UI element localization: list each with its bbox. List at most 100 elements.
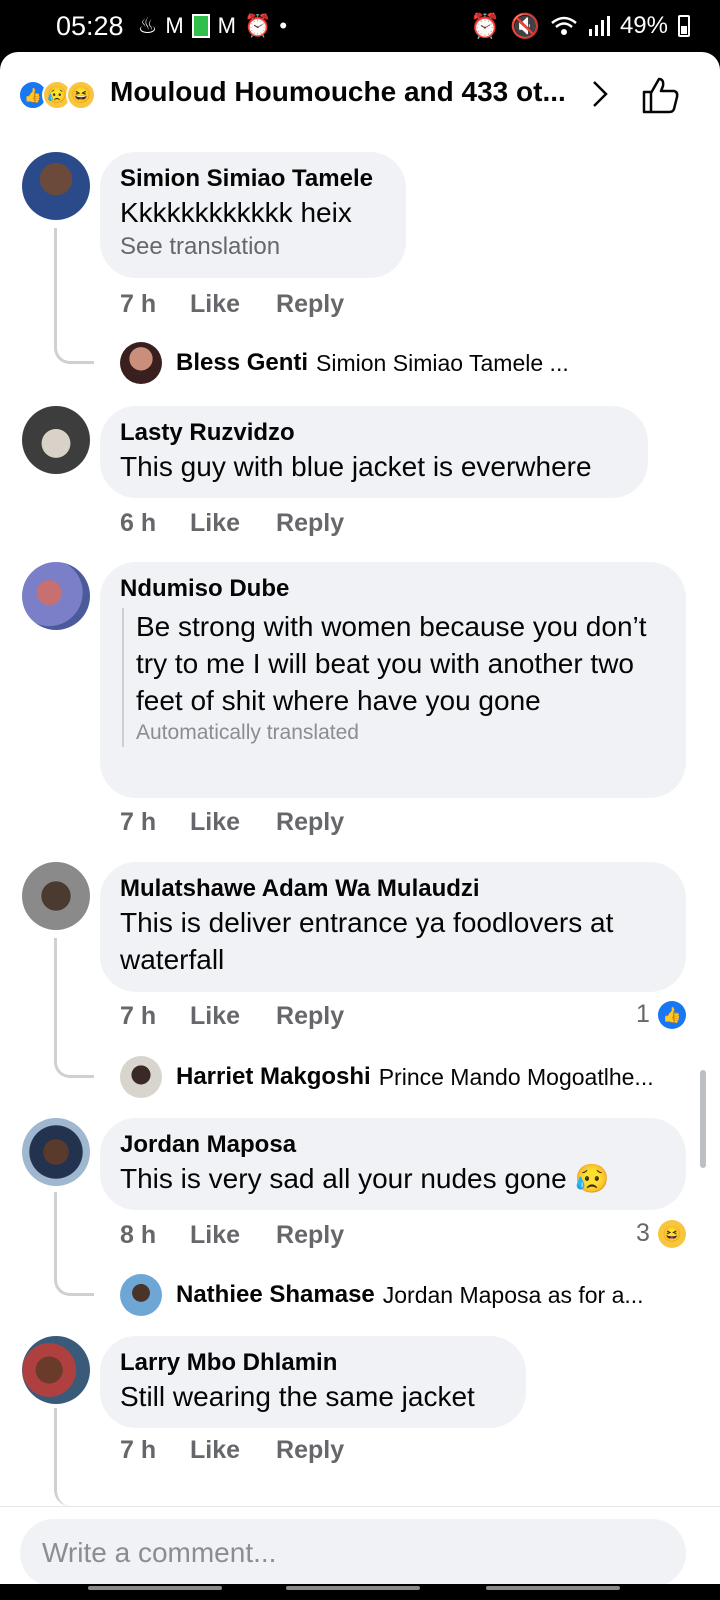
reaction-count[interactable]: 1 👍 (636, 1000, 686, 1029)
comment-timestamp: 7 h (120, 1436, 157, 1464)
comment-author[interactable]: Simion Simiao Tamele (120, 164, 386, 194)
comment-input[interactable] (20, 1519, 686, 1584)
thread-line (54, 938, 94, 1078)
comment-bubble[interactable]: Larry Mbo Dhlamin Still wearing the same… (100, 1336, 526, 1428)
comment-timestamp: 8 h (120, 1221, 157, 1249)
notification-icons: ♨ M M ⏰ • (137, 13, 287, 39)
system-icons: ⏰ 🔇 49% (470, 12, 690, 41)
haha-reaction-icon: 😆 (657, 1219, 686, 1248)
comment-actions: 7 h Like Reply (120, 1436, 380, 1465)
see-translation-link[interactable]: See translation (120, 231, 386, 263)
reply-button[interactable]: Reply (276, 509, 344, 538)
comment-composer (0, 1506, 720, 1584)
reply-text: Prince Mando Mogoatlhe... (378, 1063, 654, 1090)
reply-button[interactable]: Reply (276, 808, 344, 837)
comment-text: Be strong with women because you don’t t… (136, 611, 647, 716)
like-button[interactable]: Like (190, 1002, 240, 1031)
thread-line (54, 228, 94, 364)
reaction-count[interactable]: 3 😆 (636, 1219, 686, 1248)
chevron-right-icon[interactable] (592, 80, 608, 108)
like-button[interactable]: Like (190, 1221, 240, 1250)
comment-timestamp: 7 h (120, 808, 157, 836)
comments-sheet: 👍 😥 😆 Mouloud Houmouche and 433 ot... Si… (0, 52, 720, 1584)
wifi-icon (551, 16, 577, 35)
avatar[interactable] (22, 1118, 90, 1186)
comment-text: Still wearing the same jacket (120, 1381, 475, 1412)
comment-bubble[interactable]: Ndumiso Dube Be strong with women becaus… (100, 562, 686, 798)
nav-handle[interactable] (88, 1586, 222, 1590)
reply-preview[interactable]: Nathiee Shamase Jordan Maposa as for a..… (120, 1274, 700, 1316)
reply-preview[interactable]: Harriet Makgoshi Prince Mando Mogoatlhe.… (120, 1056, 700, 1098)
reply-preview[interactable]: Bless Genti Simion Simiao Tamele ... (120, 342, 700, 384)
comment-bubble[interactable]: Jordan Maposa This is very sad all your … (100, 1118, 686, 1210)
avatar[interactable] (22, 862, 90, 930)
comment-actions: 8 h Like Reply (120, 1221, 380, 1250)
battery-saver-icon (191, 14, 210, 38)
status-bar: 05:28 ♨ M M ⏰ • ⏰ 🔇 49% (0, 0, 720, 52)
alarm-icon: ⏰ (470, 12, 501, 40)
avatar[interactable] (22, 152, 90, 220)
comment-author[interactable]: Ndumiso Dube (120, 574, 666, 604)
like-reaction-icon: 👍 (657, 1000, 686, 1029)
avatar[interactable] (22, 406, 90, 474)
avatar (120, 1274, 162, 1316)
comment-timestamp: 6 h (120, 509, 157, 537)
battery-icon (678, 15, 690, 37)
like-button[interactable]: Like (190, 808, 240, 837)
comment-timestamp: 7 h (120, 290, 157, 318)
reply-author: Harriet Makgoshi (176, 1063, 371, 1090)
translated-block: Be strong with women because you don’t t… (122, 608, 666, 747)
comment-author[interactable]: Larry Mbo Dhlamin (120, 1348, 506, 1378)
auto-translated-label[interactable]: Automatically translated (136, 719, 666, 747)
like-button-icon[interactable] (640, 76, 680, 114)
reaction-icons: 👍 😥 😆 (18, 80, 96, 110)
reply-text: Jordan Maposa as for a... (382, 1281, 644, 1308)
comment-actions: 7 h Like Reply (120, 290, 380, 319)
notification-icon: ♨ (137, 13, 158, 38)
avatar (120, 342, 162, 384)
avatar[interactable] (22, 562, 90, 630)
comment-timestamp: 7 h (120, 1002, 157, 1030)
like-button[interactable]: Like (190, 290, 240, 319)
comment-actions: 7 h Like Reply (120, 808, 380, 837)
comment-actions: 7 h Like Reply (120, 1002, 380, 1031)
thread-line (54, 1192, 94, 1296)
mute-icon: 🔇 (510, 12, 540, 40)
battery-percent: 49% (619, 12, 668, 39)
reactions-header[interactable]: 👍 😥 😆 Mouloud Houmouche and 433 ot... (0, 52, 720, 138)
comment-text: This is deliver entrance ya foodlovers a… (120, 907, 614, 975)
comment-author[interactable]: Mulatshawe Adam Wa Mulaudzi (120, 874, 666, 904)
reactions-summary[interactable]: Mouloud Houmouche and 433 ot... (110, 76, 580, 108)
comment-text: Kkkkkkkkkkkk heix (120, 197, 352, 228)
comment-text: This guy with blue jacket is everwhere (120, 451, 592, 482)
nav-handle[interactable] (286, 1586, 420, 1590)
reply-button[interactable]: Reply (276, 1002, 344, 1031)
comment-bubble[interactable]: Lasty Ruzvidzo This guy with blue jacket… (100, 406, 648, 498)
comment-bubble[interactable]: Mulatshawe Adam Wa Mulaudzi This is deli… (100, 862, 686, 992)
reply-author: Bless Genti (176, 349, 309, 376)
clock: 05:28 (56, 10, 124, 41)
reply-text: Simion Simiao Tamele ... (316, 349, 569, 376)
comment-bubble[interactable]: Simion Simiao Tamele Kkkkkkkkkkkk heix S… (100, 152, 406, 278)
system-nav-bar (0, 1584, 720, 1600)
reply-button[interactable]: Reply (276, 1221, 344, 1250)
avatar (120, 1056, 162, 1098)
gmail-icon: M (217, 13, 236, 38)
comment-actions: 6 h Like Reply (120, 509, 380, 538)
reply-button[interactable]: Reply (276, 290, 344, 319)
thread-line (54, 1408, 94, 1506)
reaction-count-value: 3 (636, 1219, 650, 1247)
reply-button[interactable]: Reply (276, 1436, 344, 1465)
gmail-icon: M (165, 13, 184, 38)
avatar[interactable] (22, 1336, 90, 1404)
like-button[interactable]: Like (190, 1436, 240, 1465)
reaction-count-value: 1 (636, 1000, 650, 1028)
comment-author[interactable]: Jordan Maposa (120, 1130, 666, 1160)
nav-handle[interactable] (486, 1586, 620, 1590)
like-button[interactable]: Like (190, 509, 240, 538)
scrollbar[interactable] (700, 1070, 706, 1168)
signal-icon (588, 16, 610, 36)
comment-author[interactable]: Lasty Ruzvidzo (120, 418, 628, 448)
alarm-icon: ⏰ (243, 13, 272, 38)
haha-reaction-icon: 😆 (66, 80, 96, 110)
